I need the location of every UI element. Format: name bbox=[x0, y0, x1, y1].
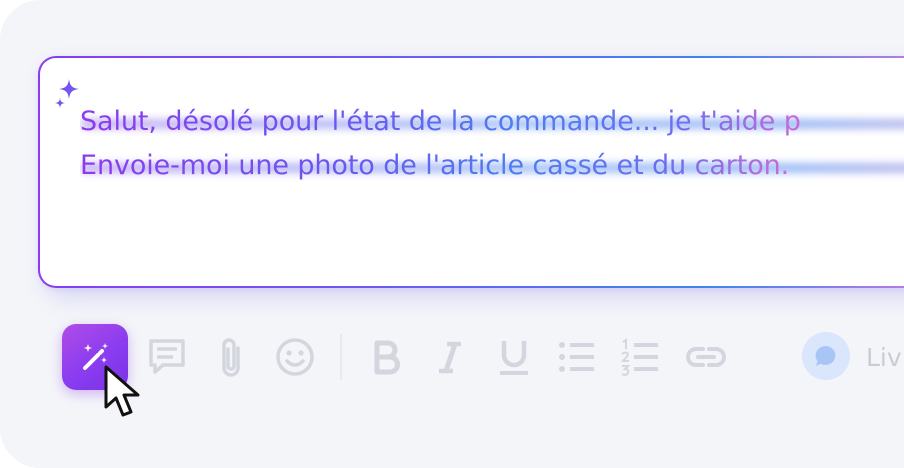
attachment-icon[interactable] bbox=[214, 336, 248, 380]
underline-icon[interactable] bbox=[496, 336, 532, 378]
emoji-icon[interactable] bbox=[274, 336, 316, 378]
numbered-list-icon[interactable] bbox=[620, 336, 662, 378]
message-line-2: Envoie-moi une photo de l'article cassé … bbox=[80, 144, 904, 188]
chat-bubble-icon bbox=[815, 345, 836, 366]
message-text[interactable]: Salut, désolé pour l'état de la commande… bbox=[80, 100, 904, 188]
chat-note-icon[interactable] bbox=[146, 336, 188, 378]
bold-icon[interactable] bbox=[370, 336, 402, 378]
message-line-1: Salut, désolé pour l'état de la commande… bbox=[80, 100, 904, 144]
toolbar-divider bbox=[340, 334, 342, 380]
live-chat-button[interactable] bbox=[802, 332, 850, 380]
live-label: Liv bbox=[866, 343, 902, 372]
bulleted-list-icon[interactable] bbox=[556, 336, 598, 378]
italic-icon[interactable] bbox=[434, 336, 466, 378]
mouse-pointer-icon bbox=[104, 365, 140, 417]
link-icon[interactable] bbox=[684, 336, 728, 378]
